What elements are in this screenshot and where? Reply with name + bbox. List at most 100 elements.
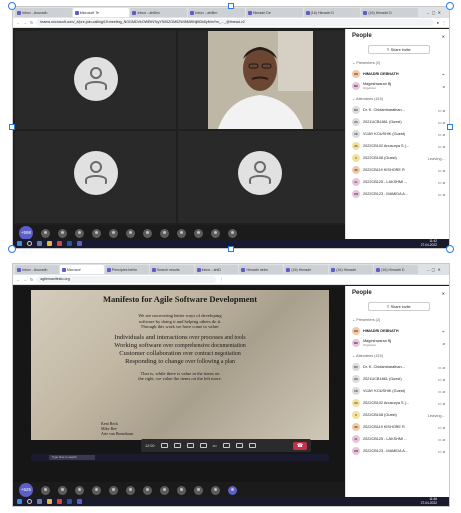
task-view-icon[interactable] xyxy=(37,241,42,246)
share-invite-button[interactable]: ⇪ Share invite xyxy=(367,45,430,54)
file-explorer-icon[interactable] xyxy=(47,499,52,504)
close-icon[interactable]: ✕ xyxy=(442,291,445,296)
resize-handle[interactable] xyxy=(446,245,454,253)
browser-tab[interactable]: Inbox - ahiD xyxy=(194,265,239,274)
mini-avatar-icon[interactable] xyxy=(211,228,220,238)
mini-avatar-icon[interactable] xyxy=(143,485,152,495)
presenters-header[interactable]: ⌄ Presenters (2) xyxy=(352,317,445,322)
rooms-icon[interactable] xyxy=(199,443,207,448)
mic-icon[interactable] xyxy=(235,443,243,448)
share-invite-button[interactable]: ⇪ Share invite xyxy=(367,302,430,311)
teams-icon[interactable] xyxy=(77,241,82,246)
attendee-row[interactable]: 2M 2022CB123 - MAMIDA A... ▭ ⌀ xyxy=(352,188,445,200)
reactions-icon[interactable] xyxy=(186,443,194,448)
browser-tab[interactable]: Microsoft Te xyxy=(72,8,130,17)
word-icon[interactable] xyxy=(67,241,72,246)
mini-avatar-icon[interactable] xyxy=(41,228,50,238)
mini-avatar-icon[interactable] xyxy=(194,228,203,238)
camera-icon[interactable] xyxy=(222,443,230,448)
mini-avatar-icon[interactable] xyxy=(58,485,67,495)
browser-tab[interactable]: Inbox - Anuradh xyxy=(15,8,72,17)
mini-avatar-icon[interactable] xyxy=(41,485,50,495)
presenters-header[interactable]: ⌄ Presenters (2) xyxy=(352,60,445,65)
search-icon[interactable] xyxy=(27,499,32,504)
teams-icon[interactable] xyxy=(77,499,82,504)
menu-icon[interactable]: ⋮ xyxy=(219,277,223,282)
mini-avatar-icon[interactable] xyxy=(126,228,135,238)
mini-avatar-icon[interactable] xyxy=(126,485,135,495)
mini-avatar-icon[interactable] xyxy=(160,228,169,238)
forward-icon[interactable]: → xyxy=(23,20,27,25)
attendee-row[interactable]: 2K 2022CB119 KISHORE R ▭ ⌀ xyxy=(352,164,445,176)
attendees-header[interactable]: ⌄ Attendees (415) xyxy=(352,96,445,101)
participant-video-tile[interactable] xyxy=(178,31,345,129)
browser-tab[interactable]: Principles behin xyxy=(104,265,149,274)
attendee-row[interactable]: 2 2022CB108 (Guest) Leaving... xyxy=(352,409,445,421)
participant-count-badge[interactable]: +598 xyxy=(19,226,33,240)
browser-tab[interactable]: (16) Himadri D xyxy=(361,8,419,17)
participants-icon[interactable] xyxy=(160,443,168,448)
mini-avatar-icon[interactable] xyxy=(75,485,84,495)
resize-handle[interactable] xyxy=(446,2,454,10)
self-avatar-icon[interactable] xyxy=(228,485,237,495)
resize-handle[interactable] xyxy=(8,2,16,10)
browser-tab[interactable]: Search results xyxy=(149,265,194,274)
window-controls[interactable]: – ▢ ✕ xyxy=(419,10,449,15)
attendee-row[interactable]: 2L 2022CB125 - LAKSHMI ... ▭ ⌀ xyxy=(352,433,445,445)
mini-avatar-icon[interactable] xyxy=(109,485,118,495)
mini-avatar-icon[interactable] xyxy=(143,228,152,238)
attendee-row[interactable]: 2L 2022CB125 - LAKSHMI ... ▭ ⌀ xyxy=(352,176,445,188)
word-icon[interactable] xyxy=(67,499,72,504)
more-icon[interactable]: ••• xyxy=(213,443,217,448)
mini-avatar-icon[interactable] xyxy=(177,228,186,238)
chat-icon[interactable] xyxy=(173,443,181,448)
mini-avatar-icon[interactable] xyxy=(58,228,67,238)
close-icon[interactable]: ✕ xyxy=(442,34,445,39)
resize-handle[interactable] xyxy=(8,245,16,253)
browser-tab[interactable]: (16) Himadri xyxy=(329,265,374,274)
back-icon[interactable]: ← xyxy=(16,20,20,25)
search-icon[interactable] xyxy=(27,241,32,246)
attendee-row[interactable]: 2K 2022CB119 KISHORE R ▭ ⌀ xyxy=(352,421,445,433)
participant-count-badge[interactable]: +625 xyxy=(19,483,33,497)
attendee-row[interactable]: 2G 2021UCB1661 (Guest) ▭ ⌀ xyxy=(352,373,445,385)
start-icon[interactable] xyxy=(17,241,22,246)
task-view-icon[interactable] xyxy=(37,499,42,504)
hang-up-button[interactable]: ☎ xyxy=(293,441,307,450)
browser-tab[interactable]: Inbox - ahiBm xyxy=(188,8,245,17)
browser-tab[interactable]: (16) Himadri xyxy=(284,265,329,274)
url-input[interactable]: teams.microsoft.com/_#/pre-join-calling/… xyxy=(36,19,434,26)
mini-avatar-icon[interactable] xyxy=(92,485,101,495)
chrome-icon[interactable] xyxy=(57,499,62,504)
menu-icon[interactable]: ⋮ xyxy=(442,20,446,25)
mini-avatar-icon[interactable] xyxy=(160,485,169,495)
mini-avatar-icon[interactable] xyxy=(177,485,186,495)
participant-tile[interactable] xyxy=(15,131,176,223)
reload-icon[interactable]: ↻ xyxy=(30,20,33,25)
attendee-row[interactable]: DC Dr. K. Chidambarathan... ▭ ⌀ xyxy=(352,361,445,373)
resize-handle[interactable] xyxy=(9,124,15,130)
attendee-row[interactable]: 2 2022CB108 (Guest) Leaving... xyxy=(352,152,445,164)
attendee-row[interactable]: 2G 2021UCB1661 (Guest) ▭ ⌀ xyxy=(352,116,445,128)
attendee-row[interactable]: DC Dr. K. Chidambarathan... ▭ ⌀ xyxy=(352,104,445,116)
resize-handle[interactable] xyxy=(228,246,234,252)
url-input[interactable]: agilemanifesto.org xyxy=(36,276,217,283)
forward-icon[interactable]: → xyxy=(23,277,27,282)
share-screen-icon[interactable] xyxy=(248,443,256,448)
attendee-row[interactable]: VK VIJAY KOUSHIK (Guest) ▭ ⌀ xyxy=(352,385,445,397)
participant-tile[interactable] xyxy=(178,131,345,223)
profile-icon[interactable]: ● xyxy=(437,20,439,25)
reload-icon[interactable]: ↻ xyxy=(30,277,33,282)
presenter-row[interactable]: HD HIMADRI DEBNATH ⚭ xyxy=(352,68,445,80)
browser-tab[interactable]: (16) Himadri D xyxy=(374,265,419,274)
browser-tab[interactable]: Himadri debn xyxy=(239,265,284,274)
browser-tab[interactable]: Himadri De xyxy=(245,8,303,17)
resize-handle[interactable] xyxy=(447,124,453,130)
attendee-row[interactable]: 2M 2022CB123 - MAMIDA A... ▭ ⌀ xyxy=(352,445,445,457)
attendees-header[interactable]: ⌄ Attendees (415) xyxy=(352,353,445,358)
browser-tab[interactable]: Inbox - ahiBm xyxy=(130,8,188,17)
mini-avatar-icon[interactable] xyxy=(75,228,84,238)
browser-tab[interactable]: Microsof xyxy=(59,265,104,274)
mini-avatar-icon[interactable] xyxy=(211,485,220,495)
mini-avatar-icon[interactable] xyxy=(194,485,203,495)
